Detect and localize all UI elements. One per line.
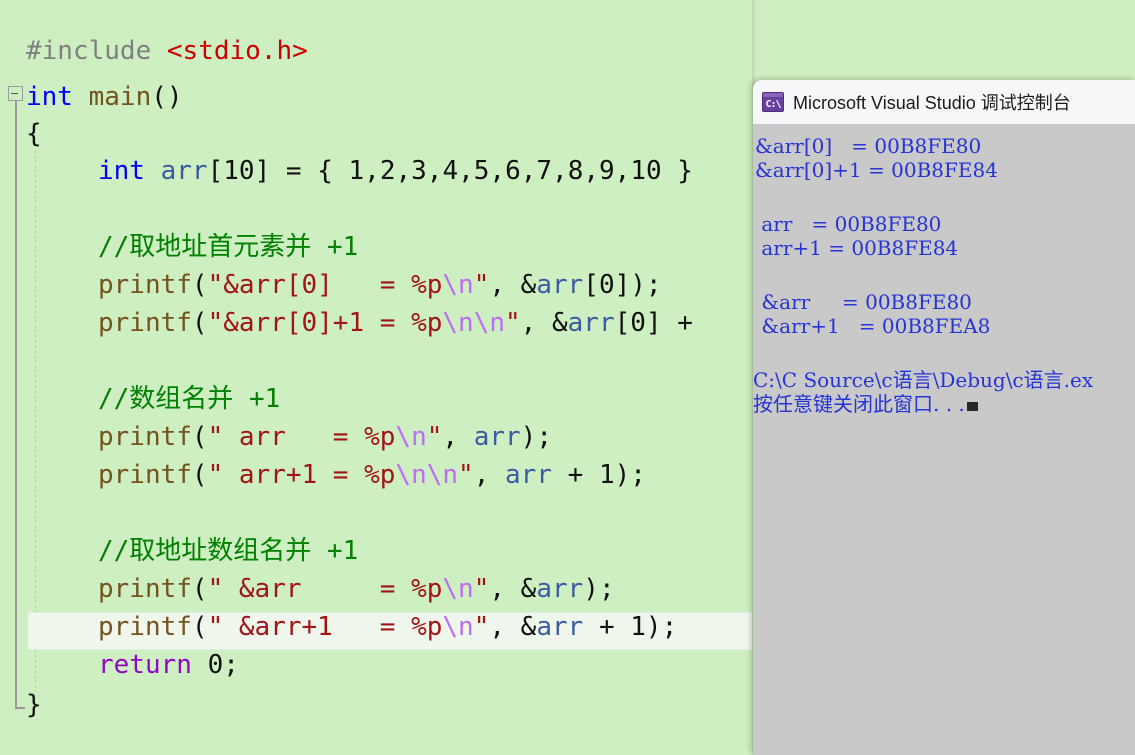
code-line-8[interactable]: printf("&arr[0]+1 = %p\n\n", &arr[0] +: [0, 304, 760, 342]
console-output-line-8: &arr+1 = 00B8FEA8: [755, 314, 991, 338]
console-output-line-9: [753, 338, 1135, 362]
console-output-line-4: arr = 00B8FE80: [755, 212, 942, 236]
console-output-line-2: &arr[0]+1 = 00B8FE84: [755, 158, 998, 182]
console-output-line-3: [753, 182, 1135, 206]
console-prompt-text: 按任意键关闭此窗口. . .: [753, 392, 965, 416]
debug-console-window[interactable]: C:\ Microsoft Visual Studio 调试控制台 &arr[0…: [753, 80, 1135, 755]
code-line-16-current[interactable]: printf(" &arr+1 = %p\n", &arr + 1);: [0, 608, 760, 646]
console-output-line-5: arr+1 = 00B8FE84: [755, 236, 959, 260]
code-line-11[interactable]: printf(" arr = %p\n", arr);: [0, 418, 760, 456]
code-line-4[interactable]: int arr[10] = { 1,2,3,4,5,6,7,8,9,10 }: [0, 152, 760, 190]
code-line-2[interactable]: int main(): [0, 78, 760, 116]
code-line-3[interactable]: {: [0, 115, 760, 153]
code-line-6[interactable]: //取地址首元素并 +1: [0, 228, 760, 266]
console-title-bar[interactable]: C:\ Microsoft Visual Studio 调试控制台: [753, 80, 1135, 124]
code-line-18[interactable]: }: [0, 686, 760, 724]
code-line-12[interactable]: printf(" arr+1 = %p\n\n", arr + 1);: [0, 456, 760, 494]
code-line-7[interactable]: printf("&arr[0] = %p\n", &arr[0]);: [0, 266, 760, 304]
code-line-17[interactable]: return 0;: [0, 646, 760, 684]
console-app-icon: C:\: [762, 92, 784, 112]
code-line-10[interactable]: //数组名并 +1: [0, 380, 760, 418]
console-title-label: Microsoft Visual Studio 调试控制台: [793, 93, 1071, 113]
console-output-line-6: [753, 260, 1135, 284]
code-line-1[interactable]: #include <stdio.h>: [0, 32, 760, 70]
code-lines: #include <stdio.h> int main() { int arr[…: [0, 0, 760, 755]
console-exe-path-line: C:\C Source\c语言\Debug\c语言.ex: [753, 368, 1094, 392]
console-icon-glyph: C:\: [765, 99, 781, 110]
console-output-area[interactable]: &arr[0] = 00B8FE80 &arr[0]+1 = 00B8FE84 …: [753, 124, 1135, 755]
console-cursor-block: [966, 402, 978, 411]
code-line-15[interactable]: printf(" &arr = %p\n", &arr);: [0, 570, 760, 608]
code-line-14[interactable]: //取地址数组名并 +1: [0, 532, 760, 570]
console-output-line-1: &arr[0] = 00B8FE80: [755, 134, 982, 158]
console-output-line-7: &arr = 00B8FE80: [755, 290, 972, 314]
console-prompt-line: 按任意键关闭此窗口. . .: [753, 392, 1135, 416]
